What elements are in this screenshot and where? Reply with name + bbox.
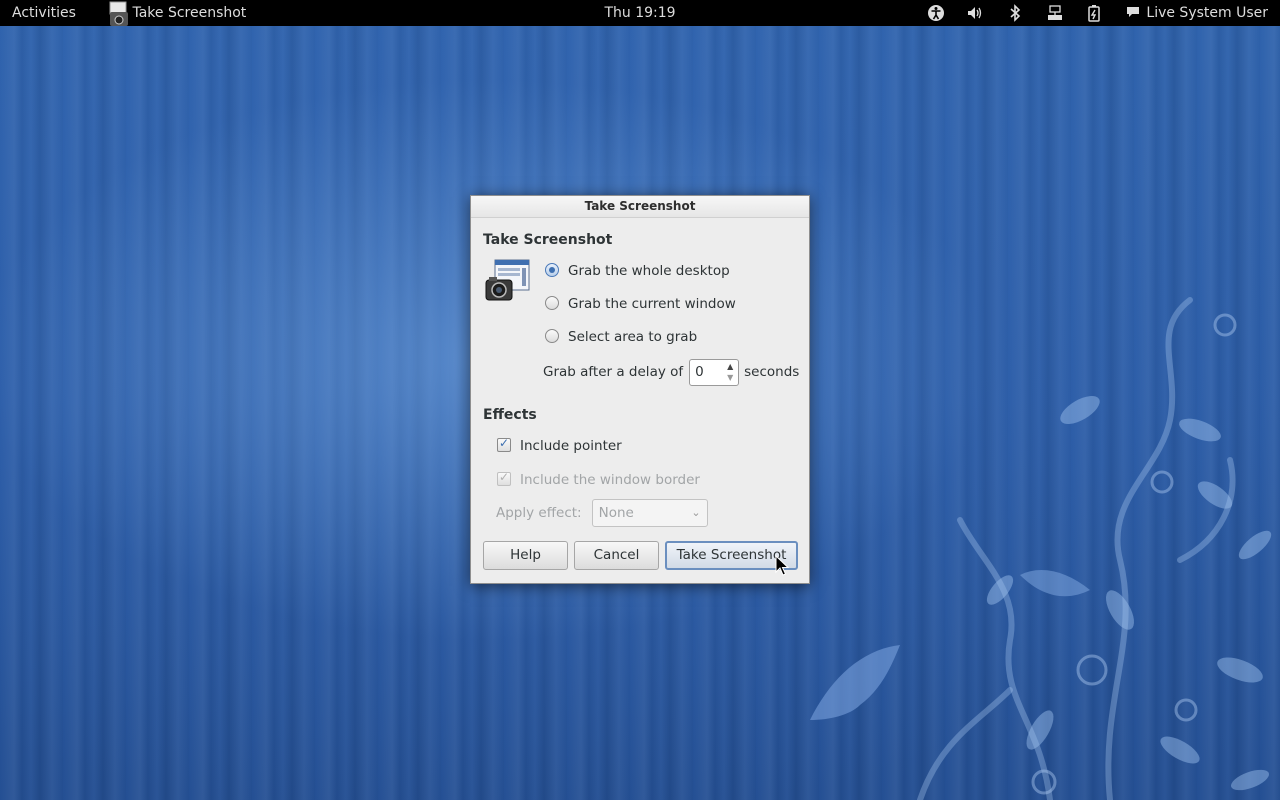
option-whole-desktop[interactable]: Grab the whole desktop — [545, 261, 730, 281]
option-current-window[interactable]: Grab the current window — [545, 294, 736, 314]
option-label: Grab the whole desktop — [568, 263, 730, 279]
help-button[interactable]: Help — [483, 541, 568, 570]
delay-row: Grab after a delay of 0 ▲ ▼ seconds — [543, 357, 799, 387]
take-screenshot-dialog: Take Screenshot Take Screenshot Grab the… — [470, 195, 810, 584]
option-label: Grab the current window — [568, 296, 736, 312]
chevron-down-icon: ⌄ — [691, 506, 701, 519]
delay-spinbutton[interactable]: 0 ▲ ▼ — [689, 358, 740, 386]
app-menu[interactable]: Take Screenshot — [108, 0, 246, 26]
delay-prefix-label: Grab after a delay of — [543, 364, 684, 380]
user-menu[interactable]: Live System User — [1126, 0, 1268, 26]
delay-suffix-label: seconds — [744, 364, 800, 380]
include-pointer-label: Include pointer — [520, 438, 622, 454]
dialog-titlebar[interactable]: Take Screenshot — [471, 196, 809, 218]
apply-effect-label: Apply effect: — [496, 505, 582, 521]
chat-icon — [1127, 7, 1140, 17]
bluetooth-icon[interactable] — [1006, 4, 1024, 22]
include-border-label: Include the window border — [520, 472, 700, 488]
checkmark-icon: ✓ — [499, 470, 510, 484]
battery-icon[interactable] — [1085, 4, 1103, 22]
app-menu-label: Take Screenshot — [132, 5, 247, 21]
mouse-pointer-icon — [775, 555, 789, 576]
accessibility-icon[interactable] — [927, 4, 945, 22]
include-pointer-option[interactable]: ✓ Include pointer — [497, 436, 622, 456]
include-border-checkbox: ✓ — [497, 470, 511, 486]
section-title-effects: Effects — [483, 407, 537, 423]
top-bar: Activities Take Screenshot Thu 19:19 Liv… — [0, 0, 1280, 26]
apply-effect-value: None — [598, 505, 634, 521]
radio-select-area[interactable] — [545, 329, 559, 343]
include-border-option: ✓ Include the window border — [497, 470, 700, 490]
checkmark-icon: ✓ — [499, 436, 510, 450]
clock-label[interactable]: Thu 19:19 — [604, 5, 675, 21]
screenshot-app-icon — [485, 259, 530, 301]
volume-icon[interactable] — [966, 4, 984, 22]
spin-down-icon[interactable]: ▼ — [724, 372, 736, 383]
apply-effect-row: Apply effect: None ⌄ — [496, 498, 708, 528]
option-label: Select area to grab — [568, 329, 698, 345]
user-name: Live System User — [1146, 5, 1268, 21]
cancel-button[interactable]: Cancel — [574, 541, 659, 570]
delay-value[interactable]: 0 — [695, 360, 704, 385]
radio-current-window[interactable] — [545, 296, 559, 310]
radio-whole-desktop[interactable] — [545, 263, 559, 277]
option-select-area[interactable]: Select area to grab — [545, 327, 697, 347]
apply-effect-select: None ⌄ — [591, 499, 708, 527]
section-title-take-screenshot: Take Screenshot — [483, 232, 613, 248]
activities-button[interactable]: Activities — [12, 0, 76, 26]
network-icon[interactable] — [1046, 4, 1064, 22]
include-pointer-checkbox[interactable]: ✓ — [497, 436, 511, 452]
camera-icon — [108, 0, 132, 26]
spin-up-icon[interactable]: ▲ — [724, 361, 736, 372]
